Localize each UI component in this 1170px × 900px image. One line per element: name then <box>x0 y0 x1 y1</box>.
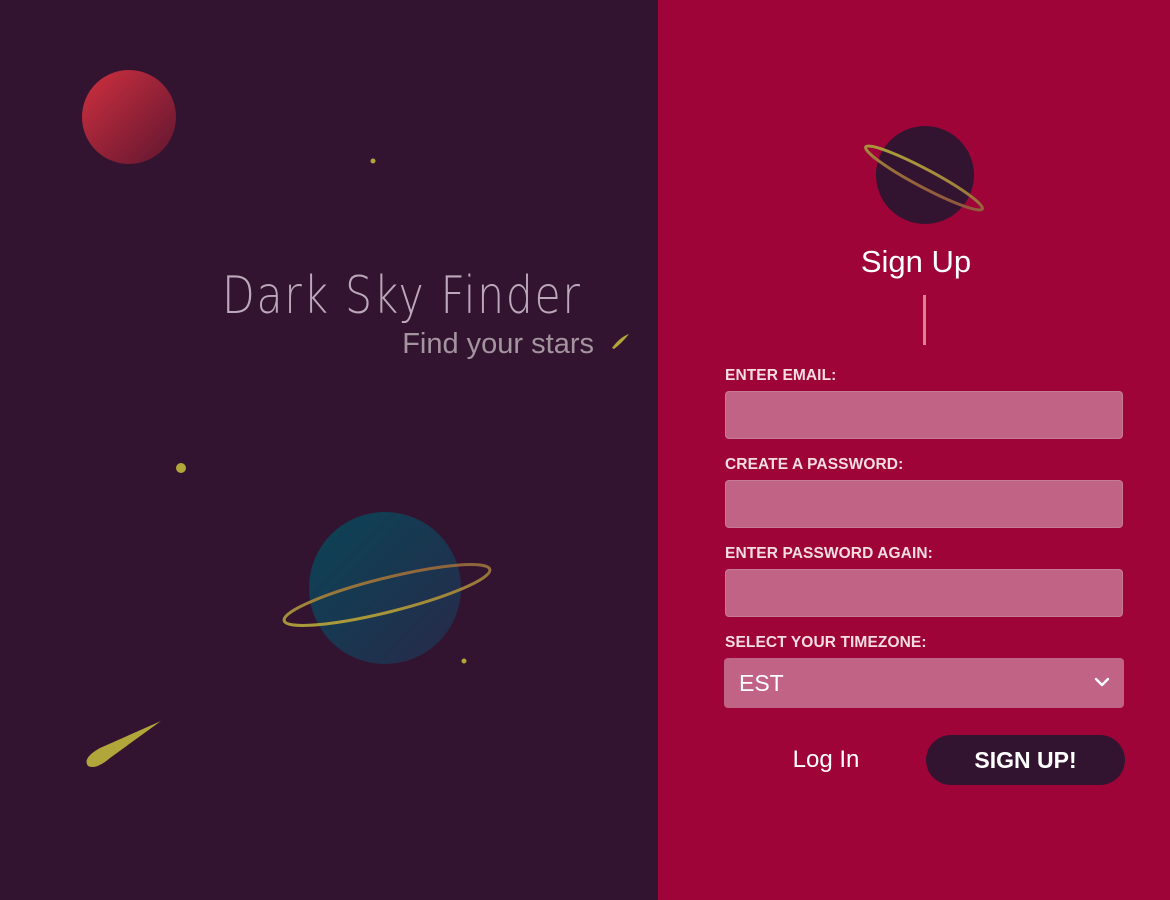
timezone-selected-value: EST <box>739 670 784 696</box>
app-title: Dark Sky Finder <box>222 266 582 326</box>
hero-panel: Dark Sky Finder Find your stars <box>0 0 658 900</box>
password-field[interactable] <box>725 480 1123 528</box>
email-label: ENTER EMAIL: <box>725 367 837 384</box>
large-comet-icon <box>86 721 161 767</box>
chevron-down-icon <box>1094 677 1110 687</box>
app-tagline: Find your stars <box>402 328 594 360</box>
small-comet-icon <box>612 334 629 349</box>
red-planet-icon <box>82 70 176 164</box>
confirm-password-field[interactable] <box>725 569 1123 617</box>
ringed-teal-planet-icon <box>282 512 492 664</box>
email-field[interactable] <box>725 391 1123 439</box>
confirm-password-label: ENTER PASSWORD AGAIN: <box>725 545 933 562</box>
timezone-label: SELECT YOUR TIMEZONE: <box>725 634 927 651</box>
space-illustration <box>82 70 629 767</box>
timezone-select[interactable]: EST <box>724 658 1124 708</box>
confirm-password-input[interactable] <box>726 570 1122 616</box>
login-button[interactable]: Log In <box>760 736 892 784</box>
email-input[interactable] <box>726 392 1122 438</box>
star-dot-icon <box>461 658 467 664</box>
star-dot-icon <box>176 463 186 473</box>
ringed-planet-icon <box>864 126 984 224</box>
title-divider <box>923 295 926 345</box>
signup-button[interactable]: SIGN UP! <box>926 735 1125 785</box>
signup-title: Sign Up <box>860 244 972 279</box>
password-input[interactable] <box>726 481 1122 527</box>
password-label: CREATE A PASSWORD: <box>725 456 904 473</box>
star-dot-icon <box>370 158 376 164</box>
